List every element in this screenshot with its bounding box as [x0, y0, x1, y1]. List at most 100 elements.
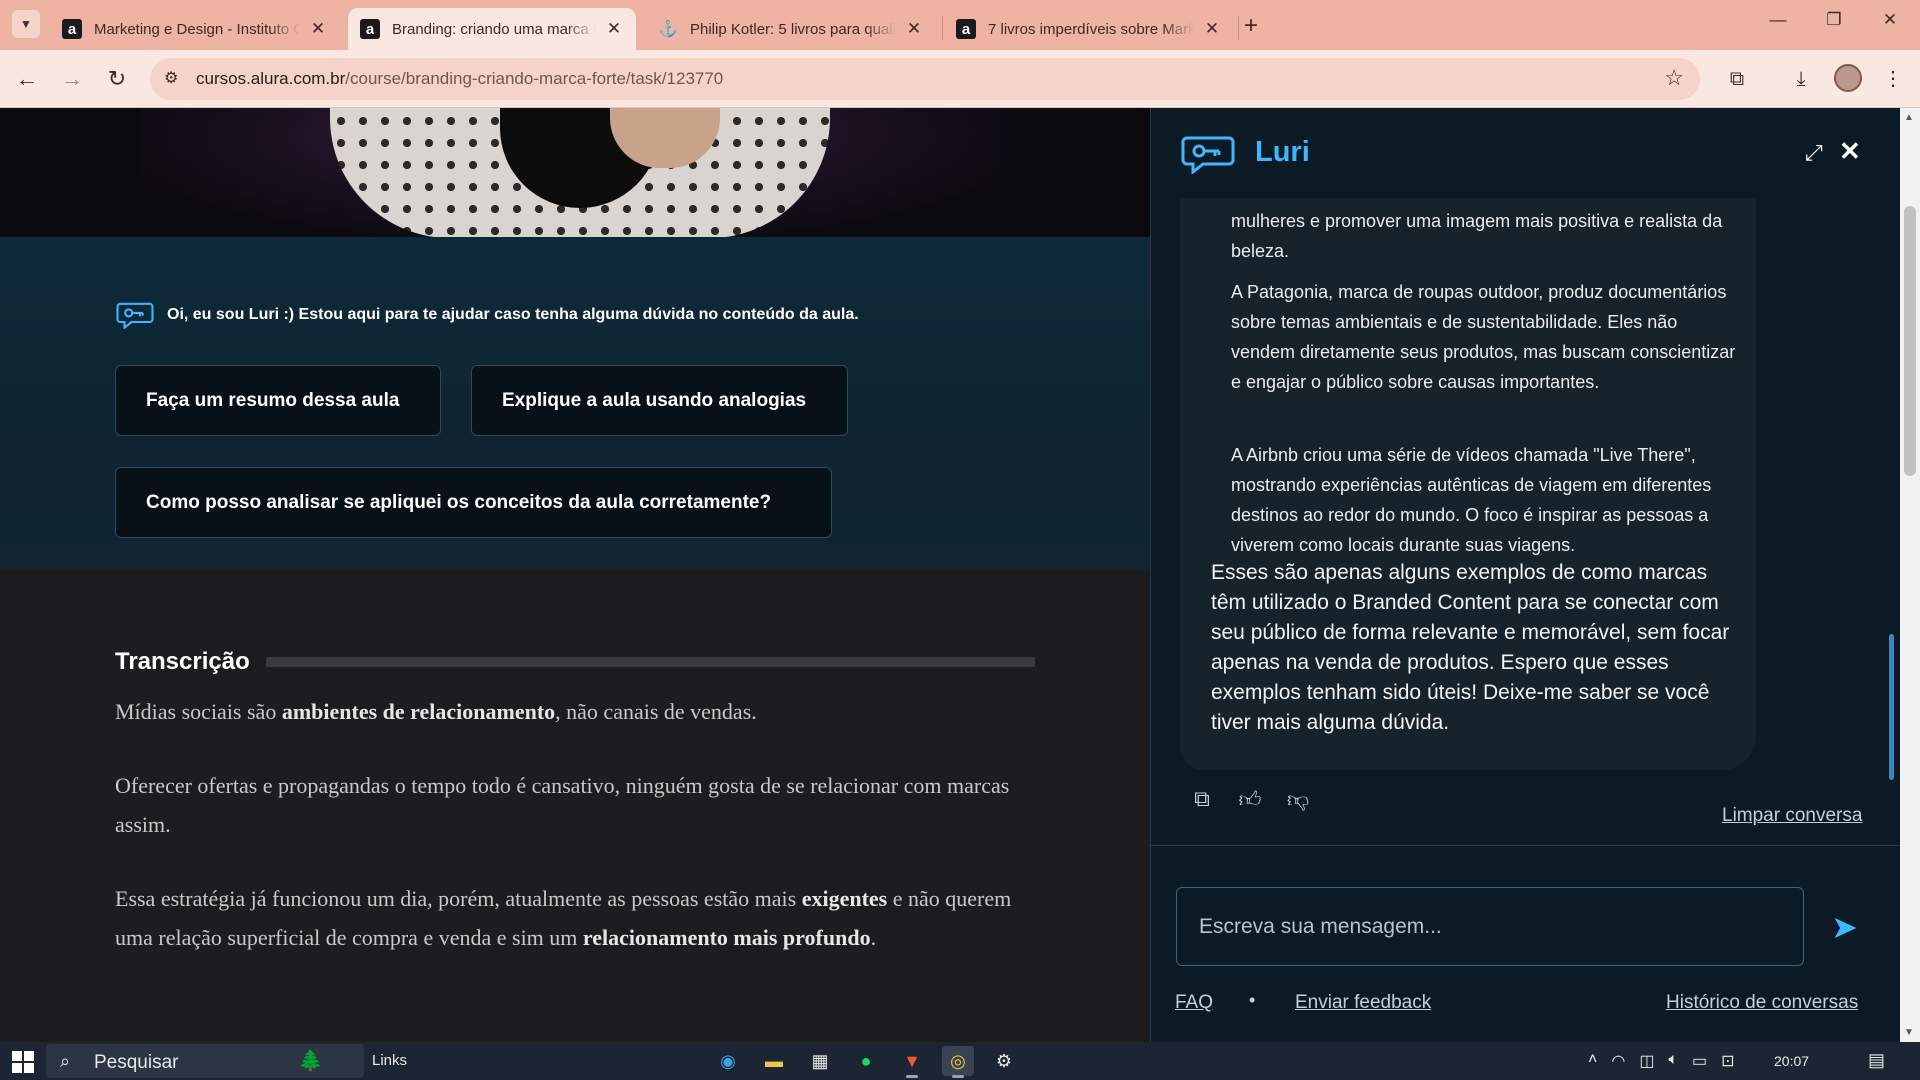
- tab-close-icon[interactable]: ✕: [1202, 19, 1222, 39]
- chat-message-closing: Esses são apenas alguns exemplos de como…: [1211, 561, 1730, 734]
- spotify-icon[interactable]: ●: [850, 1046, 882, 1076]
- transcript-divider: [265, 657, 1035, 667]
- tab-title: Marketing e Design - Instituto C: [94, 20, 300, 38]
- search-highlight-icon: 🌲: [298, 1050, 323, 1072]
- video-player[interactable]: [0, 108, 1150, 237]
- clock[interactable]: 20:07: [1774, 1053, 1809, 1069]
- luri-header: Luri ⤢ ✕: [1151, 108, 1901, 198]
- restore-icon[interactable]: ❐: [1814, 10, 1854, 30]
- url-host: cursos.alura.com.br: [196, 69, 346, 88]
- tab-title: 7 livros imperdíveis sobre Mark: [988, 20, 1194, 38]
- thumbs-up-icon[interactable]: 👍︎: [1235, 786, 1265, 816]
- wifi-icon[interactable]: ◠: [1611, 1051, 1625, 1071]
- url-path: /course/branding-criando-marca-forte/tas…: [345, 69, 724, 88]
- chat-message-line: A Patagonia, marca de roupas outdoor, pr…: [1231, 282, 1736, 392]
- bookmark-star-icon[interactable]: ☆: [1664, 65, 1684, 91]
- file-explorer-icon[interactable]: ▬: [758, 1046, 790, 1076]
- url-text[interactable]: cursos.alura.com.br/course/branding-cria…: [196, 69, 723, 89]
- browser-menu-icon[interactable]: ⋮: [1878, 64, 1908, 94]
- suggestion-analysis-button[interactable]: Como posso analisar se apliquei os conce…: [115, 467, 832, 538]
- tab-separator: [942, 16, 943, 40]
- taskbar: ⌕ Pesquisar 🌲 Links ◉ ▬ ▦ ● ▼ ◎ ⚙ ˄ ◠ ◫ …: [0, 1042, 1920, 1080]
- notifications-icon[interactable]: ▤: [1868, 1050, 1885, 1071]
- transcript-section: Transcrição Mídias sociais são ambientes…: [115, 648, 1035, 950]
- battery-icon[interactable]: ▭: [1692, 1051, 1707, 1071]
- taskbar-search[interactable]: ⌕ Pesquisar 🌲: [46, 1044, 364, 1078]
- close-icon[interactable]: ✕: [1839, 136, 1861, 167]
- alura-favicon-icon: a: [360, 19, 380, 39]
- scroll-up-icon[interactable]: ▲: [1904, 112, 1914, 123]
- send-icon[interactable]: ➤: [1831, 908, 1858, 946]
- extensions-icon[interactable]: ⧉: [1722, 64, 1752, 94]
- copy-icon[interactable]: ⧉: [1187, 786, 1217, 816]
- volume-icon[interactable]: 🔈︎: [1668, 1051, 1678, 1071]
- brave-icon[interactable]: ▼: [896, 1046, 928, 1078]
- tab-close-icon[interactable]: ✕: [604, 19, 624, 39]
- taskbar-search-text: Pesquisar: [94, 1052, 179, 1073]
- transcript-heading: Transcrição: [115, 648, 1035, 676]
- tab-livros-marketing[interactable]: a 7 livros imperdíveis sobre Mark ✕: [944, 8, 1234, 50]
- window-close-icon[interactable]: ✕: [1870, 10, 1910, 30]
- chat-message-line: A Airbnb criou uma série de vídeos chama…: [1231, 445, 1712, 555]
- forward-icon[interactable]: →: [57, 64, 87, 94]
- transcript-title: Transcrição: [115, 648, 250, 675]
- new-tab-icon[interactable]: +: [1244, 12, 1258, 40]
- chat-message-line: mulheres e promover uma imagem mais posi…: [1231, 211, 1723, 261]
- tab-separator: [1238, 16, 1239, 40]
- send-feedback-link[interactable]: Enviar feedback: [1295, 992, 1431, 1014]
- tab-philip-kotler[interactable]: ⚓ Philip Kotler: 5 livros para quali ✕: [646, 8, 936, 50]
- chevron-down-icon: ▼: [20, 17, 32, 31]
- thumbs-down-icon[interactable]: 👎︎: [1283, 786, 1313, 816]
- transcript-paragraph: Oferecer ofertas e propagandas o tempo t…: [115, 773, 1010, 837]
- download-icon[interactable]: ⤓: [1786, 64, 1816, 94]
- page-scrollbar[interactable]: ▲ ▼: [1900, 108, 1920, 1042]
- browser-toolbar: ← → ↻ ⚙ cursos.alura.com.br/course/brand…: [0, 50, 1920, 108]
- conversation-history-link[interactable]: Histórico de conversas: [1666, 992, 1858, 1014]
- back-icon[interactable]: ←: [12, 64, 42, 94]
- clear-conversation-link[interactable]: Limpar conversa: [1722, 805, 1862, 827]
- alura-favicon-icon: a: [956, 19, 976, 39]
- transcript-paragraph: Mídias sociais são ambientes de relacion…: [115, 699, 757, 724]
- tab-search-button[interactable]: ▼: [12, 10, 40, 38]
- reload-icon[interactable]: ↻: [102, 64, 132, 94]
- taskbar-links[interactable]: Links: [372, 1052, 407, 1069]
- chevron-up-icon[interactable]: ˄: [1588, 1051, 1597, 1071]
- address-bar[interactable]: ⚙ cursos.alura.com.br/course/branding-cr…: [150, 58, 1700, 100]
- suggestion-analogies-button[interactable]: Explique a aula usando analogias: [471, 365, 848, 436]
- settings-gear-icon[interactable]: ⚙: [988, 1046, 1020, 1076]
- windows-start-icon[interactable]: [12, 1051, 34, 1073]
- scroll-down-icon[interactable]: ▼: [1904, 1027, 1914, 1038]
- generic-favicon-icon: ⚓: [658, 21, 678, 38]
- luri-logo-icon: [1181, 136, 1235, 174]
- edge-icon[interactable]: ◉: [712, 1046, 744, 1076]
- divider: [1151, 845, 1901, 846]
- chrome-icon[interactable]: ◎: [942, 1046, 974, 1078]
- expand-icon[interactable]: ⤢: [1805, 140, 1823, 166]
- transcript-paragraph: Essa estratégia já funcionou um dia, por…: [115, 886, 1012, 950]
- luri-chat-panel: mulheres e promover uma imagem mais posi…: [1150, 108, 1901, 1042]
- suggestion-summary-button[interactable]: Faça um resumo dessa aula: [115, 365, 441, 436]
- scroll-thumb[interactable]: [1904, 206, 1916, 476]
- system-tray: ˄ ◠ ◫ 🔈︎ ▭ ⊡: [1588, 1051, 1735, 1071]
- tab-branding[interactable]: a Branding: criando uma marca fo ✕: [348, 8, 636, 50]
- lesson-page: Oi, eu sou Luri :) Estou aqui para te aj…: [0, 108, 1150, 1042]
- faq-link[interactable]: FAQ: [1175, 992, 1213, 1014]
- network-icon[interactable]: ⊡: [1721, 1051, 1734, 1071]
- site-info-icon[interactable]: ⚙: [164, 68, 186, 90]
- store-icon[interactable]: ▦: [804, 1046, 836, 1076]
- profile-avatar[interactable]: [1834, 64, 1862, 92]
- chat-message-bubble: mulheres e promover uma imagem mais posi…: [1180, 198, 1756, 770]
- search-icon: ⌕: [60, 1051, 71, 1071]
- message-input[interactable]: [1176, 887, 1804, 966]
- chat-scrollbar[interactable]: [1889, 634, 1894, 780]
- tab-marketing-design[interactable]: a Marketing e Design - Instituto C ✕: [50, 8, 340, 50]
- luri-title: Luri: [1255, 136, 1310, 168]
- luri-suggestions-section: Oi, eu sou Luri :) Estou aqui para te aj…: [0, 237, 1150, 569]
- tab-close-icon[interactable]: ✕: [308, 19, 328, 39]
- tab-title: Philip Kotler: 5 livros para quali: [690, 20, 896, 38]
- tab-close-icon[interactable]: ✕: [904, 19, 924, 39]
- luri-intro: Oi, eu sou Luri :) Estou aqui para te aj…: [115, 301, 859, 329]
- meet-now-icon[interactable]: ◫: [1639, 1051, 1654, 1071]
- footer-separator: •: [1249, 990, 1256, 1010]
- minimize-icon[interactable]: —: [1758, 10, 1798, 30]
